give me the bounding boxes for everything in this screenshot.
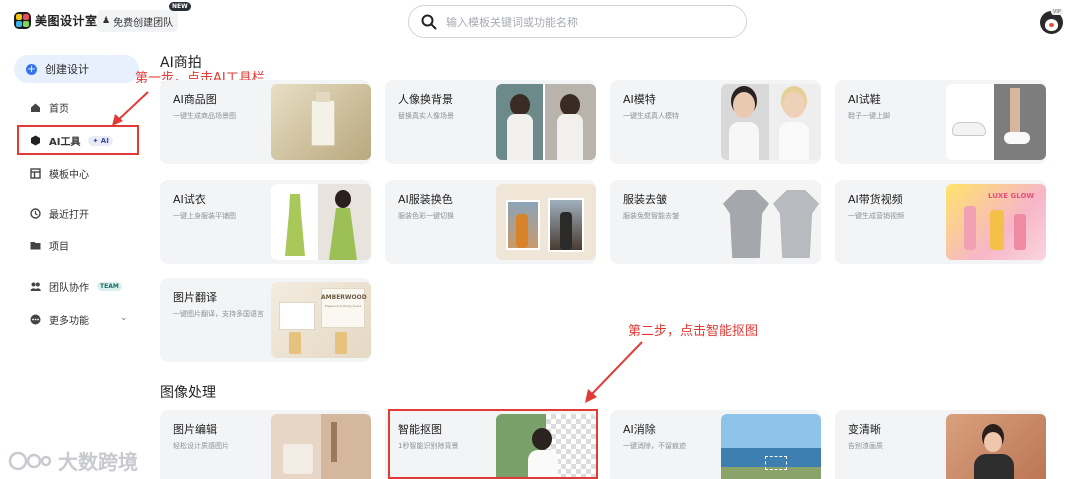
app-logo[interactable]: 美图设计室 <box>14 12 98 29</box>
sidebar-item-label: 团队协作 <box>49 283 89 294</box>
folder-icon <box>30 242 41 250</box>
card-subtitle: 告别渣画质 <box>848 442 883 450</box>
sidebar-item-label: 首页 <box>49 104 69 115</box>
card-ai-color[interactable]: AI服装换色 服装色彩一键切换 <box>385 180 596 264</box>
create-design-label: 创建设计 <box>45 63 89 76</box>
card-title: AI服装换色 <box>398 193 453 206</box>
home-icon <box>31 103 40 112</box>
card-title: AI试衣 <box>173 193 206 206</box>
logo-icon <box>14 12 31 29</box>
card-ai-model[interactable]: AI模特 一键生成真人模特 <box>610 80 821 164</box>
card-portrait-background[interactable]: 人像换背景 替换真实人像场景 <box>385 80 596 164</box>
card-title: AI模特 <box>623 93 656 106</box>
watermark: 大数跨境 <box>8 446 138 475</box>
card-subtitle: 一键上身服装平铺图 <box>173 212 236 220</box>
card-title: 变清晰 <box>848 423 881 436</box>
sidebar-item-label: 项目 <box>49 242 69 253</box>
translate-thumbnail: AMBERWOOD Elegance in Every Scent <box>271 282 371 358</box>
model-thumbnail <box>721 84 821 160</box>
card-subtitle: 服装色彩一键切换 <box>398 212 454 220</box>
watermark-text: 大数跨境 <box>58 450 138 474</box>
erase-thumbnail <box>721 414 821 479</box>
dress-thumbnail <box>271 184 371 260</box>
ai-tools-highlight-box <box>17 125 139 155</box>
card-subtitle: 一键生成商品场景图 <box>173 112 236 120</box>
sidebar-item-more[interactable]: 更多功能 <box>30 312 89 327</box>
video-poster-thumbnail: LUXE GLOW <box>946 184 1046 260</box>
section-title-image-processing: 图像处理 <box>160 385 216 401</box>
create-team-button[interactable]: ♟ 免费创建团队 <box>97 10 179 32</box>
perfume-brand-text: AMBERWOOD <box>321 294 367 301</box>
card-subtitle: 一键生成真人模特 <box>623 112 679 120</box>
team-icon: ♟ <box>102 16 111 26</box>
vip-badge: VIP <box>1051 9 1063 15</box>
sidebar-item-recent[interactable]: 最近打开 <box>30 206 89 221</box>
card-subtitle: 鞋子一键上脚 <box>848 112 890 120</box>
perfume-tagline-text: Elegance in Every Scent <box>324 304 362 308</box>
portrait-thumbnail <box>496 84 596 160</box>
card-subtitle: 一键消除，不留痕迹 <box>623 442 686 450</box>
penguin-beak <box>1049 23 1054 27</box>
search-input[interactable]: 输入模板关键词或功能名称 <box>408 5 747 38</box>
card-image-translate[interactable]: 图片翻译 一键图片翻译，支持多国语言 AMBERWOOD Elegance in… <box>160 278 371 362</box>
card-subtitle: 一键图片翻译，支持多国语言 <box>173 310 264 318</box>
team-icon <box>30 282 41 291</box>
annotation-arrow-2 <box>585 341 643 403</box>
sharpen-thumbnail <box>946 414 1046 479</box>
card-title: 服装去皱 <box>623 193 667 206</box>
card-subtitle: 一键生成营销视频 <box>848 212 904 220</box>
new-badge: NEW <box>169 2 191 11</box>
perfume-bottle-thumbnail <box>271 84 371 160</box>
annotation-arrow-1 <box>112 91 149 126</box>
create-team-label: 免费创建团队 <box>113 17 174 29</box>
card-subtitle: 服装免熨智能去皱 <box>623 212 679 220</box>
card-title: AI试鞋 <box>848 93 881 106</box>
card-sharpen[interactable]: 变清晰 告别渣画质 <box>835 410 1046 479</box>
smart-cutout-highlight-box <box>388 409 598 479</box>
sidebar-item-team[interactable]: 团队协作 TEAM <box>30 279 122 294</box>
search-placeholder: 输入模板关键词或功能名称 <box>446 15 578 29</box>
card-ai-product-image[interactable]: AI商品图 一键生成商品场景图 <box>160 80 371 164</box>
plus-icon: + <box>26 63 37 75</box>
card-subtitle: 替换真实人像场景 <box>398 112 454 120</box>
card-title: AI带货视频 <box>848 193 903 206</box>
chevron-down-icon[interactable]: ⌄ <box>120 313 128 323</box>
card-title: AI消除 <box>623 423 656 436</box>
annotation-step2: 第二步，点击智能抠图 <box>628 324 759 339</box>
card-title: AI商品图 <box>173 93 217 106</box>
section-title-ai-product: AI商拍 <box>160 55 202 71</box>
template-icon <box>30 168 41 179</box>
tshirt-thumbnail <box>721 184 821 260</box>
sidebar-item-projects[interactable]: 项目 <box>30 238 69 253</box>
search-icon <box>421 14 437 29</box>
shoes-thumbnail <box>946 84 1046 160</box>
card-title: 图片编辑 <box>173 423 217 436</box>
card-ai-shoes[interactable]: AI试鞋 鞋子一键上脚 <box>835 80 1046 164</box>
more-icon <box>30 314 41 325</box>
sidebar-item-templates[interactable]: 模板中心 <box>30 166 89 181</box>
card-ai-video[interactable]: AI带货视频 一键生成营销视频 LUXE GLOW <box>835 180 1046 264</box>
card-subtitle: 轻松设计质感图片 <box>173 442 229 450</box>
edit-thumbnail <box>271 414 371 479</box>
card-image-edit[interactable]: 图片编辑 轻松设计质感图片 <box>160 410 371 479</box>
sidebar-item-label: 更多功能 <box>49 316 89 327</box>
team-badge: TEAM <box>97 282 122 291</box>
card-ai-tryon[interactable]: AI试衣 一键上身服装平铺图 <box>160 180 371 264</box>
app-name: 美图设计室 <box>35 14 98 28</box>
sidebar-item-label: 模板中心 <box>49 170 89 181</box>
sidebar-item-label: 最近打开 <box>49 210 89 221</box>
card-wrinkle-removal[interactable]: 服装去皱 服装免熨智能去皱 <box>610 180 821 264</box>
watermark-logo-icon <box>8 451 52 470</box>
color-swap-thumbnail <box>496 184 596 260</box>
card-title: 图片翻译 <box>173 291 217 304</box>
sidebar-item-home[interactable]: 首页 <box>30 100 69 115</box>
poster-text: LUXE GLOW <box>988 192 1035 200</box>
card-title: 人像换背景 <box>398 93 453 106</box>
create-design-button[interactable]: + 创建设计 <box>14 55 139 83</box>
card-ai-erase[interactable]: AI消除 一键消除，不留痕迹 <box>610 410 821 479</box>
clock-icon <box>30 208 41 219</box>
